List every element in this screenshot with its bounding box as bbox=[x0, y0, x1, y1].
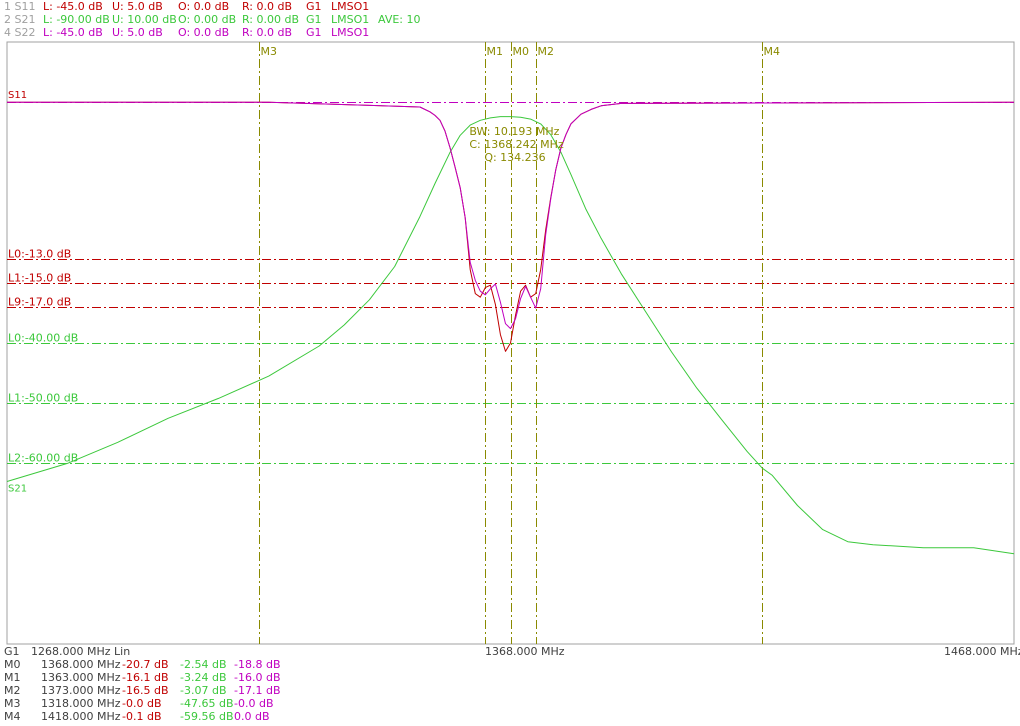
trace-source: LMSO1 bbox=[331, 13, 370, 26]
limit-line-label-0: L0:-13.0 dB bbox=[8, 248, 71, 261]
marker-name: M0 bbox=[4, 658, 21, 671]
trace-low: L: -90.00 dB bbox=[43, 13, 110, 26]
x-axis-center: 1368.000 MHz bbox=[485, 645, 565, 658]
vna-plot[interactable]: L0:-13.0 dB L1:-15.0 dB L9:-17.0 dB L0:-40.… bbox=[0, 0, 1020, 726]
marker-s11-value: -16.5 dB bbox=[122, 684, 169, 697]
marker-name: M3 bbox=[4, 697, 21, 710]
marker-s22-value: -18.8 dB bbox=[234, 658, 281, 671]
marker-name: M1 bbox=[4, 671, 21, 684]
traces bbox=[6, 101, 1015, 555]
x-axis-stop: 1468.000 MHz bbox=[944, 645, 1020, 658]
trace-up: U: 5.0 dB bbox=[112, 26, 163, 39]
marker-name: M4 bbox=[4, 710, 21, 723]
trace-low: L: -45.0 dB bbox=[43, 26, 103, 39]
limit-line-label-1: L1:-15.0 dB bbox=[8, 272, 71, 285]
trace-average: AVE: 10 bbox=[378, 13, 421, 26]
trace-source: LMSO1 bbox=[331, 26, 370, 39]
trace-group: G1 bbox=[306, 26, 322, 39]
chart-labels: L0:-13.0 dB L1:-15.0 dB L9:-17.0 dB L0:-40.… bbox=[8, 45, 780, 494]
x-axis-start: 1268.000 MHz Lin bbox=[31, 645, 131, 658]
trace-group: G1 bbox=[306, 13, 322, 26]
x-axis-group: G1 bbox=[4, 645, 20, 658]
marker-s11-value: -16.1 dB bbox=[122, 671, 169, 684]
bandwidth-center: C: 1368.242 MHz bbox=[469, 138, 564, 151]
marker-freq: 1373.000 MHz bbox=[41, 684, 121, 697]
trace-low: L: -45.0 dB bbox=[43, 0, 103, 13]
marker-s22-value: -17.1 dB bbox=[234, 684, 281, 697]
marker-freq: 1418.000 MHz bbox=[41, 710, 121, 723]
trace-id: 4 S22 bbox=[4, 26, 36, 39]
trace-group: G1 bbox=[306, 0, 322, 13]
marker-s22-value: 0.0 dB bbox=[234, 710, 270, 723]
trace-offset: O: 0.0 dB bbox=[178, 26, 230, 39]
marker-s21-value: -3.24 dB bbox=[180, 671, 227, 684]
trace-ref: R: 0.00 dB bbox=[242, 13, 300, 26]
trace-ref: R: 0.0 dB bbox=[242, 26, 293, 39]
trace-up: U: 10.00 dB bbox=[112, 13, 177, 26]
marker-s11-value: -0.0 dB bbox=[122, 697, 162, 710]
bandwidth-q: Q: 134.236 bbox=[484, 151, 545, 164]
marker-s22-value: -0.0 dB bbox=[234, 697, 274, 710]
limit-line-label-3: L0:-40.00 dB bbox=[8, 332, 78, 345]
bandwidth-bw: BW: 10.193 MHz bbox=[469, 125, 559, 138]
marker-s21-value: -59.56 dB bbox=[180, 710, 234, 723]
marker-freq: 1363.000 MHz bbox=[41, 671, 121, 684]
limit-line-label-5: L2:-60.00 dB bbox=[8, 452, 78, 465]
trace-offset: O: 0.0 dB bbox=[178, 0, 230, 13]
limit-line-label-2: L9:-17.0 dB bbox=[8, 296, 71, 309]
marker-label-m1: M1 bbox=[487, 45, 504, 58]
marker-label-m3: M3 bbox=[261, 45, 278, 58]
trace-id: 2 S21 bbox=[4, 13, 36, 26]
marker-freq: 1318.000 MHz bbox=[41, 697, 121, 710]
marker-name: M2 bbox=[4, 684, 21, 697]
marker-label-m0: M0 bbox=[513, 45, 530, 58]
marker-label-m2: M2 bbox=[538, 45, 555, 58]
marker-label-m4: M4 bbox=[764, 45, 781, 58]
marker-s11-value: -0.1 dB bbox=[122, 710, 162, 723]
marker-freq: 1368.000 MHz bbox=[41, 658, 121, 671]
trace-label-s11: S11 bbox=[8, 90, 27, 101]
trace-source: LMSO1 bbox=[331, 0, 370, 13]
trace-ref: R: 0.0 dB bbox=[242, 0, 293, 13]
trace-id: 1 S11 bbox=[4, 0, 36, 13]
trace-offset: O: 0.00 dB bbox=[178, 13, 237, 26]
marker-s21-value: -3.07 dB bbox=[180, 684, 227, 697]
marker-s21-value: -2.54 dB bbox=[180, 658, 227, 671]
trace-up: U: 5.0 dB bbox=[112, 0, 163, 13]
marker-s22-value: -16.0 dB bbox=[234, 671, 281, 684]
marker-s21-value: -47.65 dB bbox=[180, 697, 234, 710]
trace-label-s21: S21 bbox=[8, 483, 27, 494]
trace-s21 bbox=[6, 116, 1015, 555]
limit-line-label-4: L1:-50.00 dB bbox=[8, 392, 78, 405]
marker-s11-value: -20.7 dB bbox=[122, 658, 169, 671]
